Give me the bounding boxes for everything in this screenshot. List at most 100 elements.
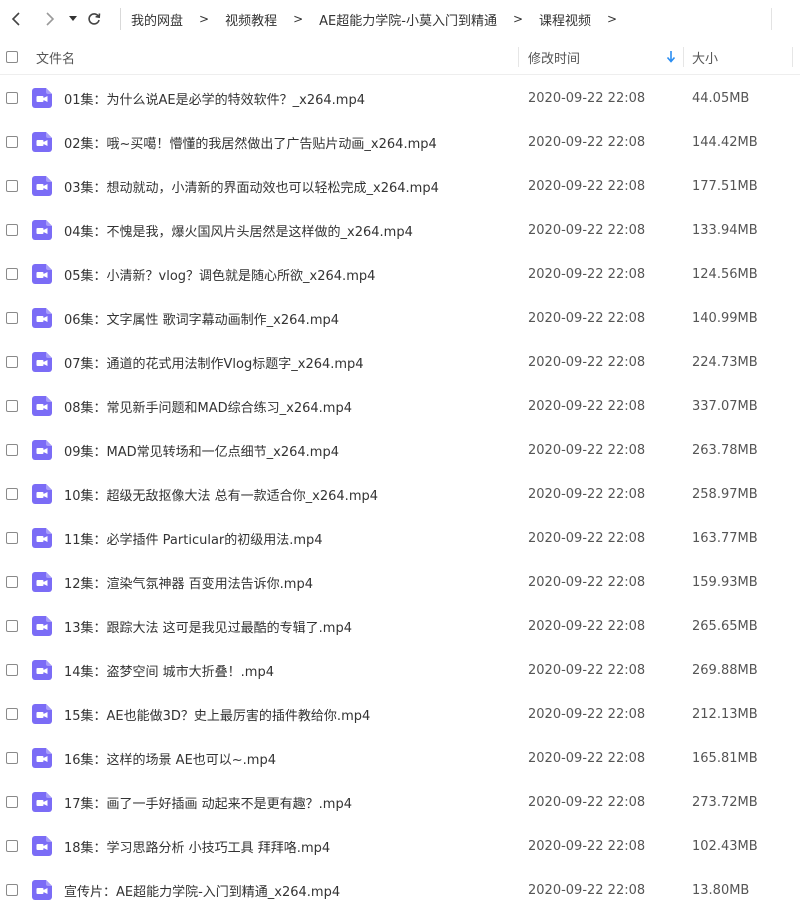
file-row[interactable]: 02集：哦~买噶！懵懂的我居然做出了广告贴片动画_x264.mp4 2020-0…	[0, 120, 800, 164]
file-name[interactable]: 03集：想动就动，小清新的界面动效也可以轻松完成_x264.mp4	[64, 164, 439, 208]
file-row[interactable]: 07集：通道的花式用法制作Vlog标题字_x264.mp4 2020-09-22…	[0, 340, 800, 384]
row-checkbox[interactable]	[6, 576, 18, 588]
row-checkbox[interactable]	[6, 488, 18, 500]
file-name[interactable]: 07集：通道的花式用法制作Vlog标题字_x264.mp4	[64, 340, 364, 384]
row-checkbox[interactable]	[6, 444, 18, 456]
file-size: 140.99MB	[692, 310, 758, 326]
sort-desc-icon[interactable]	[666, 40, 676, 74]
file-row[interactable]: 05集：小清新？vlog？调色就是随心所欲_x264.mp4 2020-09-2…	[0, 252, 800, 296]
video-file-icon	[32, 792, 52, 812]
file-modified-time: 2020-09-22 22:08	[528, 134, 646, 150]
video-file-icon	[32, 704, 52, 724]
row-checkbox[interactable]	[6, 180, 18, 192]
row-checkbox[interactable]	[6, 796, 18, 808]
back-button[interactable]	[2, 0, 30, 38]
refresh-button[interactable]	[82, 0, 106, 38]
breadcrumb-item-video-tutorials[interactable]: 视频教程	[225, 10, 277, 29]
row-checkbox[interactable]	[6, 620, 18, 632]
file-row[interactable]: 宣传片：AE超能力学院-入门到精通_x264.mp4 2020-09-22 22…	[0, 868, 800, 912]
file-size: 163.77MB	[692, 530, 758, 546]
toolbar-divider	[120, 8, 121, 30]
file-name[interactable]: 18集：学习思路分析 小技巧工具 拜拜咯.mp4	[64, 824, 330, 868]
breadcrumb-item-my-drive[interactable]: 我的网盘	[131, 10, 183, 29]
file-row[interactable]: 04集：不愧是我，爆火国风片头居然是这样做的_x264.mp4 2020-09-…	[0, 208, 800, 252]
column-divider	[518, 47, 519, 67]
breadcrumb-item-course-folder[interactable]: AE超能力学院-小莫入门到精通	[319, 10, 497, 29]
file-size: 337.07MB	[692, 398, 758, 414]
row-checkbox[interactable]	[6, 664, 18, 676]
file-row[interactable]: 16集：这样的场景 AE也可以~.mp4 2020-09-22 22:08 16…	[0, 736, 800, 780]
video-file-icon	[32, 572, 52, 592]
column-header-modified[interactable]: 修改时间	[528, 40, 580, 74]
file-modified-time: 2020-09-22 22:08	[528, 750, 646, 766]
row-checkbox[interactable]	[6, 312, 18, 324]
video-file-icon	[32, 836, 52, 856]
video-file-icon	[32, 176, 52, 196]
history-dropdown-button[interactable]	[64, 0, 82, 38]
file-name[interactable]: 08集：常见新手问题和MAD综合练习_x264.mp4	[64, 384, 352, 428]
column-header-name[interactable]: 文件名	[36, 40, 75, 74]
file-row[interactable]: 12集：渲染气氛神器 百变用法告诉你.mp4 2020-09-22 22:08 …	[0, 560, 800, 604]
row-checkbox[interactable]	[6, 224, 18, 236]
row-checkbox[interactable]	[6, 400, 18, 412]
chevron-right-icon	[46, 12, 55, 26]
file-row[interactable]: 11集：必学插件 Particular的初级用法.mp4 2020-09-22 …	[0, 516, 800, 560]
file-name[interactable]: 17集：画了一手好插画 动起来不是更有趣？.mp4	[64, 780, 352, 824]
caret-down-icon	[69, 16, 77, 21]
breadcrumb-item-course-videos[interactable]: 课程视频	[539, 10, 591, 29]
file-name[interactable]: 04集：不愧是我，爆火国风片头居然是这样做的_x264.mp4	[64, 208, 413, 252]
file-row[interactable]: 13集：跟踪大法 这可是我见过最酷的专辑了.mp4 2020-09-22 22:…	[0, 604, 800, 648]
file-name[interactable]: 02集：哦~买噶！懵懂的我居然做出了广告贴片动画_x264.mp4	[64, 120, 437, 164]
video-file-icon	[32, 880, 52, 900]
column-header-size[interactable]: 大小	[692, 40, 718, 74]
column-divider	[792, 47, 793, 67]
file-row[interactable]: 17集：画了一手好插画 动起来不是更有趣？.mp4 2020-09-22 22:…	[0, 780, 800, 824]
file-name[interactable]: 01集：为什么说AE是必学的特效软件？_x264.mp4	[64, 76, 365, 120]
file-name[interactable]: 09集：MAD常见转场和一亿点细节_x264.mp4	[64, 428, 339, 472]
video-file-icon	[32, 440, 52, 460]
file-size: 177.51MB	[692, 178, 758, 194]
file-row[interactable]: 08集：常见新手问题和MAD综合练习_x264.mp4 2020-09-22 2…	[0, 384, 800, 428]
file-modified-time: 2020-09-22 22:08	[528, 222, 646, 238]
video-file-icon	[32, 528, 52, 548]
row-checkbox[interactable]	[6, 268, 18, 280]
file-row[interactable]: 18集：学习思路分析 小技巧工具 拜拜咯.mp4 2020-09-22 22:0…	[0, 824, 800, 868]
file-row[interactable]: 14集：盗梦空间 城市大折叠！.mp4 2020-09-22 22:08 269…	[0, 648, 800, 692]
file-size: 165.81MB	[692, 750, 758, 766]
row-checkbox[interactable]	[6, 92, 18, 104]
file-name[interactable]: 06集：文字属性 歌词字幕动画制作_x264.mp4	[64, 296, 339, 340]
row-checkbox[interactable]	[6, 840, 18, 852]
file-row[interactable]: 03集：想动就动，小清新的界面动效也可以轻松完成_x264.mp4 2020-0…	[0, 164, 800, 208]
file-name[interactable]: 05集：小清新？vlog？调色就是随心所欲_x264.mp4	[64, 252, 375, 296]
file-row[interactable]: 09集：MAD常见转场和一亿点细节_x264.mp4 2020-09-22 22…	[0, 428, 800, 472]
column-divider	[683, 47, 684, 67]
file-name[interactable]: 13集：跟踪大法 这可是我见过最酷的专辑了.mp4	[64, 604, 352, 648]
video-file-icon	[32, 484, 52, 504]
file-modified-time: 2020-09-22 22:08	[528, 794, 646, 810]
forward-button[interactable]	[36, 0, 64, 38]
file-name[interactable]: 宣传片：AE超能力学院-入门到精通_x264.mp4	[64, 868, 340, 912]
row-checkbox[interactable]	[6, 136, 18, 148]
file-name[interactable]: 12集：渲染气氛神器 百变用法告诉你.mp4	[64, 560, 313, 604]
file-row[interactable]: 10集：超级无敌抠像大法 总有一款适合你_x264.mp4 2020-09-22…	[0, 472, 800, 516]
video-file-icon	[32, 264, 52, 284]
video-file-icon	[32, 352, 52, 372]
row-checkbox[interactable]	[6, 752, 18, 764]
file-modified-time: 2020-09-22 22:08	[528, 398, 646, 414]
file-modified-time: 2020-09-22 22:08	[528, 178, 646, 194]
file-name[interactable]: 16集：这样的场景 AE也可以~.mp4	[64, 736, 276, 780]
file-name[interactable]: 10集：超级无敌抠像大法 总有一款适合你_x264.mp4	[64, 472, 378, 516]
file-name[interactable]: 14集：盗梦空间 城市大折叠！.mp4	[64, 648, 274, 692]
file-row[interactable]: 15集：AE也能做3D？史上最厉害的插件教给你.mp4 2020-09-22 2…	[0, 692, 800, 736]
row-checkbox[interactable]	[6, 356, 18, 368]
row-checkbox[interactable]	[6, 884, 18, 896]
row-checkbox[interactable]	[6, 708, 18, 720]
video-file-icon	[32, 616, 52, 636]
select-all-checkbox[interactable]	[6, 51, 18, 63]
file-row[interactable]: 01集：为什么说AE是必学的特效软件？_x264.mp4 2020-09-22 …	[0, 76, 800, 120]
file-name[interactable]: 11集：必学插件 Particular的初级用法.mp4	[64, 516, 323, 560]
row-checkbox[interactable]	[6, 532, 18, 544]
file-modified-time: 2020-09-22 22:08	[528, 706, 646, 722]
file-name[interactable]: 15集：AE也能做3D？史上最厉害的插件教给你.mp4	[64, 692, 370, 736]
file-row[interactable]: 06集：文字属性 歌词字幕动画制作_x264.mp4 2020-09-22 22…	[0, 296, 800, 340]
